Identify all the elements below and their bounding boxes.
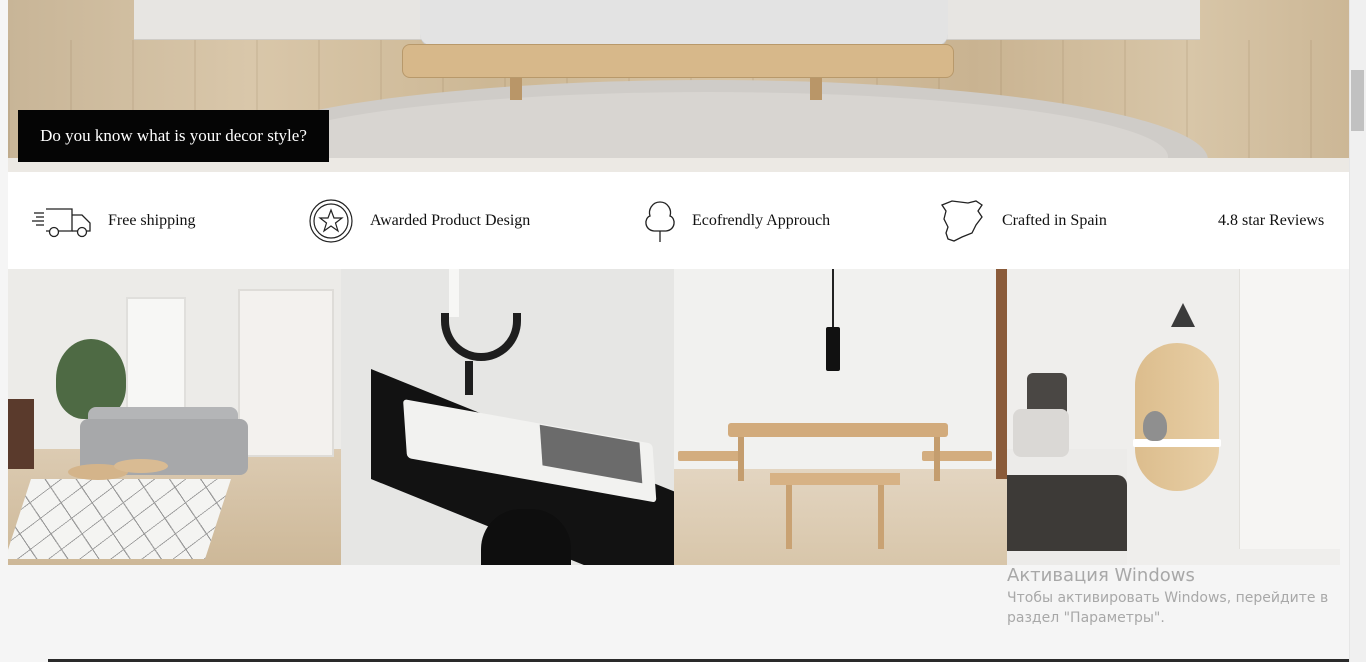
image-pillow	[1013, 409, 1069, 457]
image-candle	[449, 269, 459, 317]
hero-bed-frame	[402, 44, 954, 78]
product-gallery	[8, 269, 1341, 565]
decor-style-quiz-button[interactable]: Do you know what is your decor style?	[18, 110, 329, 162]
gallery-image-desk[interactable]	[341, 269, 674, 565]
image-candle-holder	[441, 313, 521, 361]
tree-icon	[645, 200, 675, 242]
hero-mattress	[420, 0, 948, 48]
spain-map-icon	[941, 199, 983, 242]
feature-awarded-design: Awarded Product Design	[308, 172, 530, 269]
delivery-truck-icon	[32, 207, 91, 237]
feature-label: Crafted in Spain	[1002, 211, 1107, 229]
image-lamp-cord	[832, 269, 834, 329]
image-wall-panel	[1239, 269, 1340, 549]
feature-label: Awarded Product Design	[370, 211, 531, 229]
image-table-top	[728, 423, 948, 437]
image-blanket	[1007, 475, 1127, 551]
image-bench-leg	[786, 485, 792, 549]
image-candle-stem	[465, 361, 473, 395]
gallery-image-living-room[interactable]	[8, 269, 341, 565]
gallery-image-bedroom[interactable]	[1007, 269, 1340, 565]
feature-free-shipping: Free shipping	[32, 172, 196, 269]
image-shelf	[1133, 439, 1221, 447]
award-star-badge-icon	[309, 198, 353, 243]
image-table-leg	[934, 437, 940, 481]
feature-reviews: 4.8 star Reviews	[1218, 172, 1324, 269]
image-rug	[8, 479, 231, 559]
feature-crafted-in-spain: Crafted in Spain	[938, 172, 1107, 269]
image-front-bench	[770, 473, 900, 485]
feature-label: Ecofrendly Approuch	[692, 211, 831, 229]
image-vase	[1143, 411, 1167, 441]
image-wood-beam	[996, 269, 1007, 479]
image-balcony-door	[238, 289, 334, 457]
image-pendant-lamp	[826, 327, 840, 371]
scrollbar-thumb[interactable]	[1351, 70, 1364, 131]
feature-label: Free shipping	[108, 211, 196, 229]
image-bench	[678, 451, 744, 461]
watermark-text: Чтобы активировать Windows, перейдите в …	[1007, 590, 1329, 626]
windows-activation-watermark: Активация Windows Чтобы активировать Win…	[1007, 565, 1337, 628]
image-coffee-table	[114, 459, 168, 473]
image-fireplace	[8, 399, 34, 469]
image-bench-leg	[878, 485, 884, 549]
features-bar: Free shipping Awarded Product Design Eco…	[8, 172, 1349, 269]
image-bench	[922, 451, 992, 461]
watermark-title: Активация Windows	[1007, 565, 1195, 586]
hero-bed-leg	[510, 78, 522, 100]
hero-bed-leg	[810, 78, 822, 100]
feature-label: 4.8 star Reviews	[1218, 211, 1325, 229]
feature-ecofriendly: Ecofrendly Approuch	[640, 172, 830, 269]
image-wall-lamp	[1171, 303, 1195, 327]
image-table-leg	[738, 437, 744, 481]
gallery-image-dining[interactable]	[674, 269, 1007, 565]
